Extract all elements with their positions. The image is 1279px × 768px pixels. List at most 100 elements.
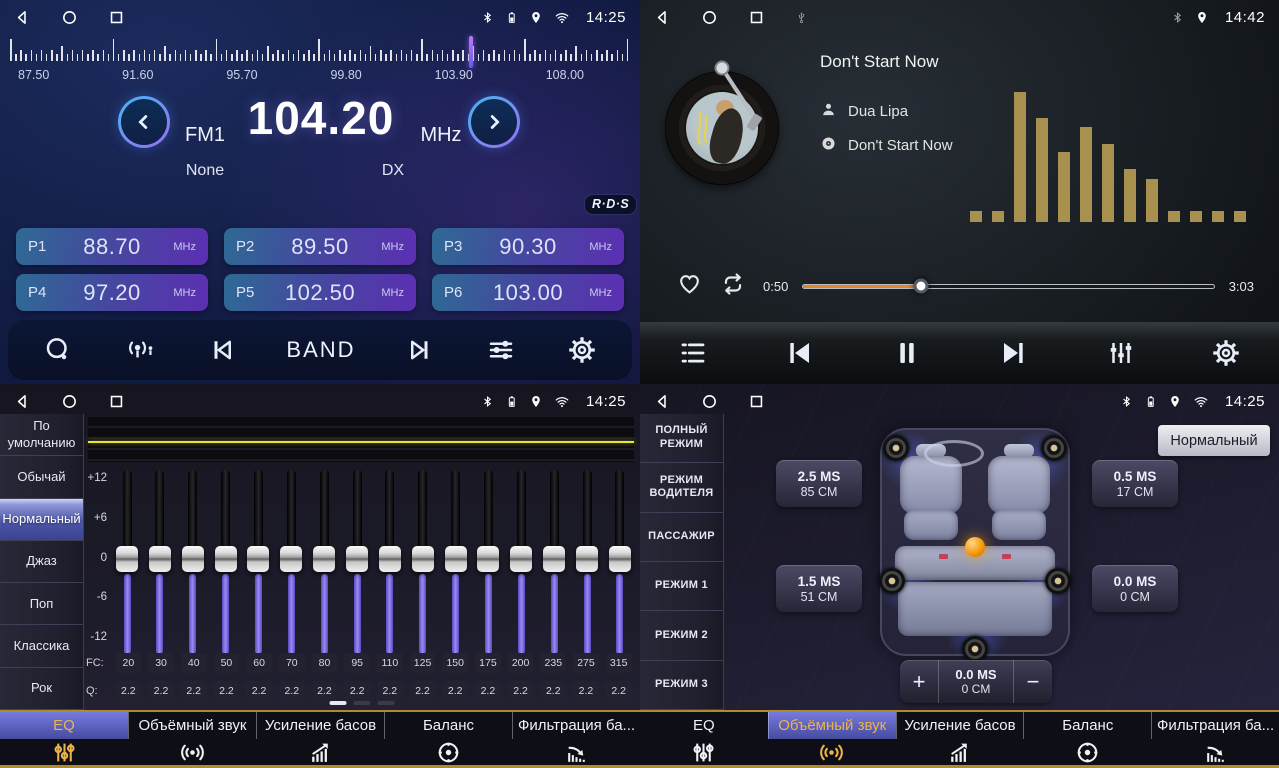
- playlist-icon[interactable]: [678, 338, 708, 368]
- repeat-icon[interactable]: [717, 271, 749, 302]
- tab-surround[interactable]: Объёмный звук: [768, 712, 896, 765]
- slider-handle[interactable]: [247, 546, 269, 572]
- decrease-delay-button[interactable]: −: [1014, 660, 1052, 703]
- tab-bass-boost[interactable]: Усиление басов: [896, 712, 1024, 765]
- slider-handle[interactable]: [280, 546, 302, 572]
- equalizer-icon[interactable]: [486, 335, 516, 365]
- eq-preset-item[interactable]: Поп: [0, 583, 83, 625]
- eq-preset-item[interactable]: Рок: [0, 668, 83, 710]
- eq-band-slider[interactable]: [408, 470, 438, 656]
- eq-preset-item[interactable]: Джаз: [0, 541, 83, 583]
- eq-band-slider[interactable]: [211, 470, 241, 656]
- eq-band-slider[interactable]: [112, 470, 142, 656]
- eq-preset-item[interactable]: Нормальный: [0, 499, 83, 541]
- tab-eq[interactable]: EQ: [640, 712, 768, 765]
- slider-handle[interactable]: [576, 546, 598, 572]
- slider-handle[interactable]: [313, 546, 335, 572]
- stage-mode-item[interactable]: РЕЖИМ ВОДИТЕЛЯ: [640, 463, 723, 512]
- slider-handle[interactable]: [379, 546, 401, 572]
- progress-knob[interactable]: [913, 279, 928, 294]
- tab-bass-boost[interactable]: Усиление басов: [256, 712, 384, 765]
- slider-handle[interactable]: [609, 546, 631, 572]
- preset-button[interactable]: P5102.50MHz: [224, 274, 416, 311]
- eq-band-slider[interactable]: [243, 470, 273, 656]
- home-icon[interactable]: [701, 393, 718, 410]
- tab-filter[interactable]: Фильтрация ба...: [512, 712, 640, 765]
- next-icon[interactable]: [406, 335, 436, 365]
- stage-mode-item[interactable]: ПАССАЖИР: [640, 513, 723, 562]
- front-right-delay[interactable]: 0.5 MS 17 CM: [1092, 460, 1178, 507]
- mixer-icon[interactable]: [1106, 338, 1136, 368]
- front-left-delay[interactable]: 2.5 MS 85 CM: [776, 460, 862, 507]
- tab-label[interactable]: Усиление басов: [256, 712, 384, 739]
- next-icon[interactable]: [998, 337, 1030, 369]
- home-icon[interactable]: [61, 9, 78, 26]
- recents-icon[interactable]: [748, 9, 765, 26]
- eq-band-slider[interactable]: [441, 470, 471, 656]
- stage-mode-item[interactable]: ПОЛНЫЙ РЕЖИМ: [640, 414, 723, 463]
- tab-label[interactable]: Фильтрация ба...: [512, 712, 640, 739]
- tab-label[interactable]: Баланс: [1023, 712, 1151, 739]
- increase-delay-button[interactable]: +: [900, 660, 938, 703]
- tab-label[interactable]: EQ: [640, 712, 768, 739]
- rear-left-delay[interactable]: 1.5 MS 51 CM: [776, 565, 862, 612]
- tab-label[interactable]: EQ: [0, 712, 128, 739]
- tab-label[interactable]: Объёмный звук: [128, 712, 256, 739]
- subwoofer-speaker[interactable]: [962, 636, 988, 662]
- tab-balance[interactable]: Баланс: [1023, 712, 1151, 765]
- settings-icon[interactable]: [567, 335, 597, 365]
- previous-icon[interactable]: [206, 335, 236, 365]
- page-indicator-dash[interactable]: [378, 701, 395, 705]
- slider-handle[interactable]: [477, 546, 499, 572]
- stage-mode-item[interactable]: РЕЖИМ 2: [640, 611, 723, 660]
- stage-mode-item[interactable]: РЕЖИМ 1: [640, 562, 723, 611]
- tab-surround[interactable]: Объёмный звук: [128, 712, 256, 765]
- slider-handle[interactable]: [182, 546, 204, 572]
- rear-right-delay[interactable]: 0.0 MS 0 CM: [1092, 565, 1178, 612]
- front-left-speaker[interactable]: [883, 435, 909, 461]
- slider-handle[interactable]: [510, 546, 532, 572]
- stage-mode-item[interactable]: РЕЖИМ 3: [640, 661, 723, 710]
- previous-icon[interactable]: [783, 337, 815, 369]
- slider-handle[interactable]: [412, 546, 434, 572]
- rear-left-speaker[interactable]: [879, 568, 905, 594]
- preset-button[interactable]: P6103.00MHz: [432, 274, 624, 311]
- tab-label[interactable]: Фильтрация ба...: [1151, 712, 1279, 739]
- slider-handle[interactable]: [543, 546, 565, 572]
- preset-button[interactable]: P497.20MHz: [16, 274, 208, 311]
- tab-eq[interactable]: EQ: [0, 712, 128, 765]
- eq-band-slider[interactable]: [309, 470, 339, 656]
- eq-band-slider[interactable]: [539, 470, 569, 656]
- home-icon[interactable]: [701, 9, 718, 26]
- settings-icon[interactable]: [1211, 338, 1241, 368]
- recents-icon[interactable]: [108, 9, 125, 26]
- tab-filter[interactable]: Фильтрация ба...: [1151, 712, 1279, 765]
- slider-handle[interactable]: [116, 546, 138, 572]
- back-icon[interactable]: [654, 9, 671, 26]
- favorite-icon[interactable]: [676, 271, 703, 301]
- pause-icon[interactable]: [891, 337, 923, 369]
- tab-label[interactable]: Усиление басов: [896, 712, 1024, 739]
- band-button[interactable]: BAND: [286, 337, 355, 363]
- slider-handle[interactable]: [149, 546, 171, 572]
- eq-band-slider[interactable]: [572, 470, 602, 656]
- home-icon[interactable]: [61, 393, 78, 410]
- eq-preset-item[interactable]: По умолчанию: [0, 414, 83, 456]
- eq-band-slider[interactable]: [473, 470, 503, 656]
- eq-band-slider[interactable]: [342, 470, 372, 656]
- slider-handle[interactable]: [445, 546, 467, 572]
- preset-button[interactable]: P289.50MHz: [224, 228, 416, 265]
- progress-bar[interactable]: [802, 284, 1214, 289]
- eq-band-slider[interactable]: [506, 470, 536, 656]
- eq-band-slider[interactable]: [276, 470, 306, 656]
- rear-right-speaker[interactable]: [1045, 568, 1071, 594]
- recents-icon[interactable]: [108, 393, 125, 410]
- tab-balance[interactable]: Баланс: [384, 712, 512, 765]
- eq-band-slider[interactable]: [375, 470, 405, 656]
- recents-icon[interactable]: [748, 393, 765, 410]
- preset-button[interactable]: P188.70MHz: [16, 228, 208, 265]
- listening-position-dot[interactable]: [965, 537, 985, 557]
- profile-button[interactable]: Нормальный: [1158, 425, 1270, 456]
- eq-preset-item[interactable]: Обычай: [0, 456, 83, 498]
- tab-label[interactable]: Баланс: [384, 712, 512, 739]
